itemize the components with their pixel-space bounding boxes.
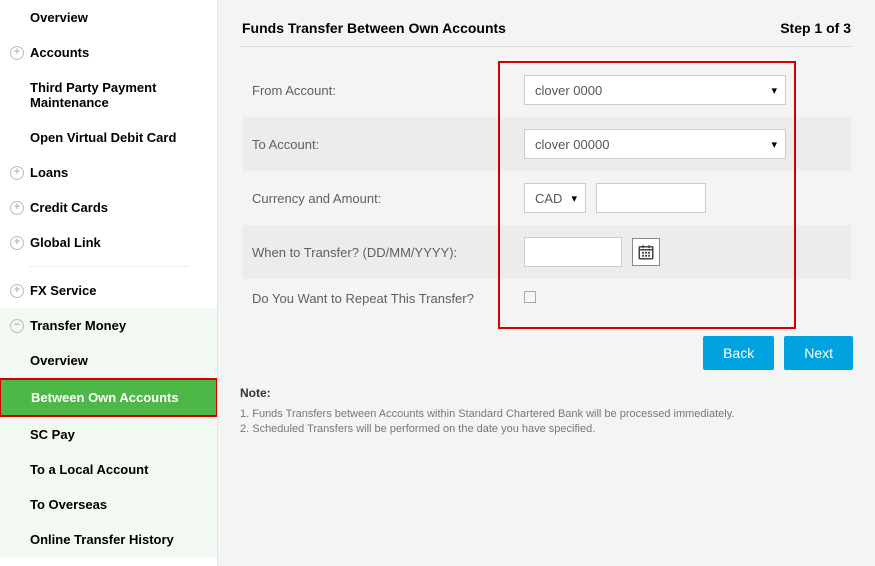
nav-label: SC Pay — [30, 427, 75, 442]
from-account-label: From Account: — [252, 83, 502, 98]
back-button[interactable]: Back — [703, 336, 774, 370]
step-indicator: Step 1 of 3 — [780, 20, 851, 36]
nav-global-link[interactable]: Global Link — [0, 225, 217, 260]
plus-icon — [10, 201, 24, 215]
nav-transfer-money[interactable]: Transfer Money — [0, 308, 217, 343]
nav-label: Accounts — [30, 45, 89, 60]
nav-label: Third Party Payment Maintenance — [30, 80, 203, 110]
nav-label: Online Transfer History — [30, 532, 174, 547]
nav-to-local-account[interactable]: To a Local Account — [0, 452, 217, 487]
divider — [28, 266, 189, 267]
from-account-select[interactable]: clover 0000 — [524, 75, 786, 105]
plus-icon — [10, 46, 24, 60]
from-account-value: clover 0000 — [535, 83, 602, 98]
repeat-checkbox[interactable] — [524, 291, 536, 303]
nav-fx-service[interactable]: FX Service — [0, 273, 217, 308]
nav-sc-pay[interactable]: SC Pay — [0, 417, 217, 452]
plus-icon — [10, 284, 24, 298]
note-block: Note: 1. Funds Transfers between Account… — [240, 386, 853, 435]
plus-icon — [10, 236, 24, 250]
nav-label: To a Local Account — [30, 462, 148, 477]
plus-icon — [10, 166, 24, 180]
nav-accounts[interactable]: Accounts — [0, 35, 217, 70]
nav-label: Transfer Money — [30, 318, 126, 333]
nav-label: Loans — [30, 165, 68, 180]
nav-label: Credit Cards — [30, 200, 108, 215]
nav-credit-cards[interactable]: Credit Cards — [0, 190, 217, 225]
row-from-account: From Account: clover 0000 — [242, 63, 851, 117]
nav-transfer-overview[interactable]: Overview — [0, 343, 217, 378]
nav-to-overseas[interactable]: To Overseas — [0, 487, 217, 522]
row-currency-amount: Currency and Amount: CAD — [242, 171, 851, 225]
nav-online-transfer-history[interactable]: Online Transfer History — [0, 522, 217, 557]
transfer-money-section: Transfer Money Overview Between Own Acco… — [0, 308, 217, 557]
nav-label: Open Virtual Debit Card — [30, 130, 176, 145]
when-transfer-label: When to Transfer? (DD/MM/YYYY): — [252, 245, 502, 260]
sidebar: Overview Accounts Third Party Payment Ma… — [0, 0, 218, 566]
date-input[interactable] — [524, 237, 622, 267]
nav-label: Between Own Accounts — [31, 390, 179, 405]
nav-third-party[interactable]: Third Party Payment Maintenance — [0, 70, 217, 120]
note-item: 2. Scheduled Transfers will be performed… — [240, 423, 853, 435]
calendar-icon[interactable] — [632, 238, 660, 266]
note-title: Note: — [240, 386, 853, 400]
repeat-transfer-label: Do You Want to Repeat This Transfer? — [252, 291, 502, 306]
nav-label: Overview — [30, 353, 88, 368]
minus-icon — [10, 319, 24, 333]
nav-between-own-accounts[interactable]: Between Own Accounts — [0, 378, 218, 417]
to-account-select[interactable]: clover 00000 — [524, 129, 786, 159]
currency-select[interactable]: CAD — [524, 183, 586, 213]
next-button[interactable]: Next — [784, 336, 853, 370]
nav-label: To Overseas — [30, 497, 107, 512]
transfer-form: From Account: clover 0000 To Account: cl… — [240, 61, 853, 320]
row-when-transfer: When to Transfer? (DD/MM/YYYY): — [242, 225, 851, 279]
nav-open-virtual-debit[interactable]: Open Virtual Debit Card — [0, 120, 217, 155]
nav-overview[interactable]: Overview — [0, 0, 217, 35]
nav-loans[interactable]: Loans — [0, 155, 217, 190]
row-repeat-transfer: Do You Want to Repeat This Transfer? — [242, 279, 851, 318]
to-account-value: clover 00000 — [535, 137, 609, 152]
nav-label: FX Service — [30, 283, 97, 298]
currency-amount-label: Currency and Amount: — [252, 191, 502, 206]
nav-label: Global Link — [30, 235, 101, 250]
page-header: Funds Transfer Between Own Accounts Step… — [240, 14, 853, 47]
currency-value: CAD — [535, 191, 562, 206]
to-account-label: To Account: — [252, 137, 502, 152]
nav-label: Overview — [30, 10, 88, 25]
note-item: 1. Funds Transfers between Accounts with… — [240, 408, 853, 420]
amount-input[interactable] — [596, 183, 706, 213]
main-content: Funds Transfer Between Own Accounts Step… — [218, 0, 875, 566]
row-to-account: To Account: clover 00000 — [242, 117, 851, 171]
button-row: Back Next — [240, 336, 853, 370]
page-title: Funds Transfer Between Own Accounts — [242, 20, 506, 36]
